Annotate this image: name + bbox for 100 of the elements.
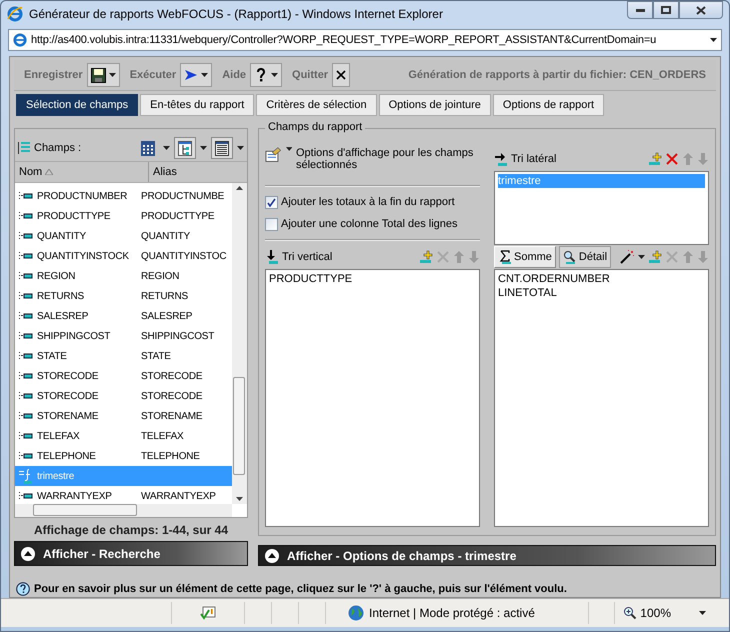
field-options-panel-toggle[interactable]: Afficher - Options de champs - trimestre: [258, 545, 716, 566]
field-row[interactable]: SALESREP SALESREP: [15, 306, 232, 326]
caret-icon[interactable]: [286, 147, 292, 151]
maximize-icon: [661, 6, 671, 14]
column-header[interactable]: Nom: [15, 162, 149, 182]
down-sort-icon: [265, 250, 279, 264]
field-icon: [19, 252, 33, 260]
close-button[interactable]: [679, 1, 723, 19]
column-header[interactable]: Alias: [153, 166, 177, 178]
play-icon: [184, 69, 198, 81]
field-row[interactable]: QUANTITY QUANTITY: [15, 226, 232, 246]
table-view-icon[interactable]: [211, 137, 233, 159]
checkbox[interactable]: [265, 218, 278, 230]
globe-icon: [348, 605, 364, 621]
list-icon: [18, 141, 30, 155]
section-label: Tri latéral: [511, 153, 558, 165]
scroll-up-icon[interactable]: [236, 186, 243, 190]
help-icon[interactable]: [16, 582, 30, 596]
toolbar-button[interactable]: [250, 63, 282, 87]
field-icon: [19, 212, 33, 220]
maximize-button[interactable]: [653, 1, 679, 19]
browser-logo-icon: [7, 6, 23, 22]
tab[interactable]: En-têtes du rapport: [140, 94, 254, 116]
toolbar-button[interactable]: [332, 63, 350, 87]
checkbox-label: Ajouter une colonne Total des lignes: [281, 218, 458, 230]
measure-list[interactable]: CNT.ORDERNUMBER LINETOTAL: [494, 269, 709, 527]
caret-icon[interactable]: [271, 73, 278, 77]
minimize-icon: [636, 8, 644, 12]
caret-icon[interactable]: [638, 255, 645, 259]
mode-button[interactable]: Somme: [494, 246, 556, 268]
security-zone-text: Internet | Mode protégé : activé: [369, 606, 535, 620]
caret-icon[interactable]: [710, 38, 717, 42]
field-row[interactable]: REGION REGION: [15, 266, 232, 286]
horizontal-scrollbar[interactable]: [15, 504, 232, 517]
caret-icon[interactable]: [237, 146, 244, 150]
field-row[interactable]: SHIPPINGCOST SHIPPINGCOST: [15, 326, 232, 346]
field-icon: [19, 272, 33, 280]
minimize-button[interactable]: [627, 1, 653, 19]
magnifier-icon: [562, 250, 577, 264]
expand-up-icon[interactable]: [21, 546, 35, 560]
vertical-scrollbar[interactable]: [232, 183, 247, 504]
scrollbar-thumb[interactable]: [233, 377, 245, 475]
delete-icon[interactable]: [665, 152, 679, 166]
field-icon: [19, 372, 33, 380]
caret-icon[interactable]: [108, 73, 116, 77]
field-row[interactable]: STORENAME STORENAME: [15, 406, 232, 426]
zoom-level[interactable]: 100%: [640, 606, 671, 620]
field-row[interactable]: STORECODE STORECODE: [15, 386, 232, 406]
help-text: Pour en savoir plus sur un élément de cette page, cliquez sur le '?' à gauche, puis sur l'élément voulu.: [34, 583, 567, 595]
address-bar[interactable]: http://as400.volubis.intra:11331/webquery/Controller?WORP_REQUEST_TYPE=WORP_REPORT_ASSISTANT&CurrentDomain=u: [8, 29, 722, 51]
tab[interactable]: Options de jointure: [378, 94, 491, 116]
field-row[interactable]: STORECODE STORECODE: [15, 366, 232, 386]
caret-icon[interactable]: [201, 73, 208, 77]
formula-icon: [19, 468, 33, 484]
display-options-icon[interactable]: [265, 147, 282, 163]
field-row[interactable]: WARRANTYEXP WARRANTYEXP: [15, 486, 232, 504]
field-row[interactable]: QUANTITYINSTOCK QUANTITYINSTOC: [15, 246, 232, 266]
report-source-title: Génération de rapports à partir du fichier: CEN_ORDERS: [408, 69, 706, 81]
field-icon: [19, 332, 33, 340]
field-icon: [19, 392, 33, 400]
field-row[interactable]: PRODUCTNUMBER PRODUCTNUMBE: [15, 186, 232, 206]
mode-button[interactable]: Détail: [558, 246, 612, 268]
add-icon[interactable]: [648, 152, 662, 166]
field-icon: [19, 292, 33, 300]
toolbar-label: Exécuter: [130, 69, 176, 81]
caret-icon[interactable]: [163, 146, 170, 150]
scrollbar-thumb[interactable]: [33, 504, 137, 516]
zoom-icon: [623, 606, 638, 620]
magic-wand-icon[interactable]: [619, 250, 635, 264]
search-panel-toggle[interactable]: Afficher - Recherche: [14, 541, 248, 566]
close-icon: [336, 70, 346, 80]
field-row[interactable]: RETURNS RETURNS: [15, 286, 232, 306]
fields-label: Champs :: [34, 142, 82, 154]
toolbar-button[interactable]: [86, 63, 120, 87]
field-row[interactable]: STATE STATE: [15, 346, 232, 366]
tab[interactable]: Options de rapport: [492, 94, 604, 116]
display-options-label[interactable]: Options d'affichage pour les champs sélectionnés: [296, 147, 480, 171]
caret-icon[interactable]: [699, 611, 706, 615]
field-row[interactable]: PRODUCTTYPE PRODUCTTYPE: [15, 206, 232, 226]
add-icon[interactable]: [419, 250, 433, 264]
expand-up-icon[interactable]: [265, 548, 279, 562]
field-row[interactable]: TELEPHONE TELEPHONE: [15, 446, 232, 466]
toolbar-label: Quitter: [292, 69, 328, 81]
field-count: Affichage de champs: 1-44, sur 44: [32, 522, 230, 539]
checkbox[interactable]: [265, 196, 278, 208]
vertical-sort-list[interactable]: PRODUCTTYPE: [265, 269, 480, 527]
checkbox-label: Ajouter les totaux à la fin du rapport: [281, 196, 455, 208]
tab[interactable]: Critères de sélection: [256, 94, 377, 116]
url-text: http://as400.volubis.intra:11331/webquery/Controller?WORP_REQUEST_TYPE=WORP_REPORT_ASSISTANT&CurrentDomain=u: [31, 34, 658, 46]
caret-icon[interactable]: [200, 146, 207, 150]
tree-view-icon[interactable]: [174, 137, 196, 159]
field-icon: [19, 312, 33, 320]
field-icon: [19, 352, 33, 360]
toolbar-label: Enregistrer: [24, 69, 83, 81]
sigma-icon: [498, 250, 512, 264]
scroll-down-icon[interactable]: [236, 497, 243, 501]
tab[interactable]: Sélection de champs: [16, 94, 138, 116]
right-sort-icon: [494, 152, 508, 166]
field-icon: [19, 452, 33, 460]
field-row[interactable]: TELEFAX TELEFAX: [15, 426, 232, 446]
